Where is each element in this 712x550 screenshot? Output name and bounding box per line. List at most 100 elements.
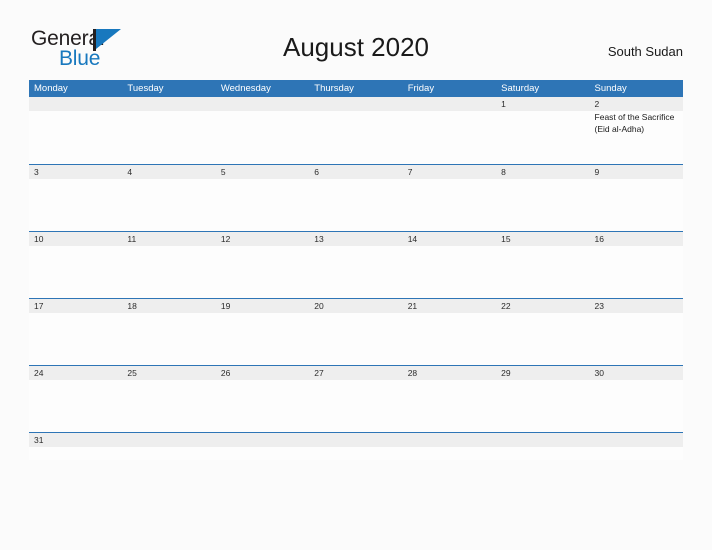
- day-number: [221, 97, 306, 111]
- weekday-header-thursday: Thursday: [314, 83, 354, 94]
- day-number: 13: [314, 234, 324, 244]
- day-cell-30[interactable]: 30: [590, 366, 683, 433]
- calendar-week-row: 3 4 5 6 7 8 9: [29, 164, 683, 231]
- calendar-week-row: 10 11 12 13 14 15 16: [29, 231, 683, 298]
- day-number: 26: [220, 368, 231, 378]
- day-cell-17[interactable]: 17: [29, 299, 122, 366]
- day-cell-19[interactable]: 19: [216, 299, 309, 366]
- day-number: [408, 433, 493, 447]
- day-cell-18[interactable]: 18: [122, 299, 215, 366]
- day-cell-28[interactable]: 28: [403, 366, 496, 433]
- brand-logo[interactable]: General Blue: [31, 28, 151, 72]
- page-title: August 2020: [282, 32, 429, 62]
- day-cell-empty: [403, 433, 496, 461]
- day-number: [127, 433, 212, 447]
- day-cell-9[interactable]: 9: [590, 165, 683, 232]
- day-number: 1: [501, 99, 506, 109]
- day-cell-20[interactable]: 20: [309, 299, 402, 366]
- day-number: 8: [501, 167, 506, 177]
- day-number: 27: [314, 368, 324, 378]
- day-cell-4[interactable]: 4: [122, 165, 215, 232]
- day-cell-23[interactable]: 23: [590, 299, 683, 366]
- day-cell-10[interactable]: 10: [29, 232, 122, 299]
- day-cell-empty: [122, 433, 215, 461]
- day-cell-8[interactable]: 8: [496, 165, 589, 232]
- week-cells: 10 11 12 13 14 15 16: [29, 232, 683, 299]
- calendar-week-row: 1 2 Feast of the Sacrifice (Eid al-Adha): [29, 97, 683, 164]
- calendar-week-row: 24 25 26 27 28 29 30: [29, 365, 683, 432]
- day-cell-6[interactable]: 6: [309, 165, 402, 232]
- day-cell-15[interactable]: 15: [496, 232, 589, 299]
- day-number: 5: [220, 167, 226, 177]
- day-cell-12[interactable]: 12: [216, 232, 309, 299]
- week-cells: 1 2 Feast of the Sacrifice (Eid al-Adha): [29, 97, 683, 164]
- day-number: 24: [34, 368, 44, 378]
- week-cells: 31: [29, 433, 683, 461]
- day-number: 29: [501, 368, 511, 378]
- day-cell-empty: [496, 433, 589, 461]
- day-cell-24[interactable]: 24: [29, 366, 122, 433]
- weekday-header-row: Monday Tuesday Wednesday Thursday Friday Satu…: [29, 80, 683, 97]
- day-number: 31: [34, 435, 44, 445]
- weekday-header-monday: Monday: [34, 83, 68, 94]
- day-cell-empty: [590, 433, 683, 461]
- day-cell-5[interactable]: 5: [216, 165, 309, 232]
- day-number: 6: [314, 167, 319, 177]
- calendar-week-row: 31: [29, 432, 683, 460]
- day-cell-25[interactable]: 25: [122, 366, 215, 433]
- day-cell-21[interactable]: 21: [403, 299, 496, 366]
- day-number: 14: [407, 234, 418, 244]
- day-number: 16: [594, 234, 604, 244]
- day-number: 17: [34, 301, 44, 311]
- day-number: 23: [594, 301, 604, 311]
- day-cell-1[interactable]: 1: [496, 97, 589, 164]
- day-cell-3[interactable]: 3: [29, 165, 122, 232]
- day-cell-empty: [29, 97, 122, 164]
- day-number: 9: [594, 167, 600, 177]
- day-number: [314, 433, 399, 447]
- day-number: 30: [594, 368, 604, 378]
- page-header: General Blue August 2020 South Sudan: [0, 0, 712, 80]
- day-number: [127, 97, 212, 111]
- day-number: [501, 433, 586, 447]
- day-cell-7[interactable]: 7: [403, 165, 496, 232]
- weekday-header-wednesday: Wednesday: [220, 83, 271, 94]
- day-cell-14[interactable]: 14: [403, 232, 496, 299]
- day-number: 2: [594, 99, 600, 109]
- weekday-header-sunday: Sunday: [594, 83, 627, 94]
- day-cell-26[interactable]: 26: [216, 366, 309, 433]
- weekday-header-saturday: Saturday: [501, 83, 540, 94]
- day-cell-16[interactable]: 16: [590, 232, 683, 299]
- day-number: 22: [501, 301, 511, 311]
- day-cell-27[interactable]: 27: [309, 366, 402, 433]
- weekday-header-friday: Friday: [407, 83, 435, 94]
- day-cell-empty: [216, 97, 309, 164]
- week-cells: 17 18 19 20 21 22 23: [29, 299, 683, 366]
- day-number: 7: [407, 167, 413, 177]
- day-cell-empty: [122, 97, 215, 164]
- day-number: 15: [501, 234, 511, 244]
- day-cell-31[interactable]: 31: [29, 433, 122, 461]
- day-number: 28: [407, 368, 418, 378]
- day-cell-empty: [403, 97, 496, 164]
- day-number: 18: [127, 301, 137, 311]
- day-number: [34, 97, 119, 111]
- week-cells: 24 25 26 27 28 29 30: [29, 366, 683, 433]
- day-number: [314, 97, 399, 111]
- day-number: 3: [34, 167, 39, 177]
- day-number: 25: [127, 368, 137, 378]
- day-cell-empty: [309, 433, 402, 461]
- calendar-grid: Monday Tuesday Wednesday Thursday Friday Satu…: [29, 80, 683, 460]
- day-number: [595, 433, 680, 447]
- day-number: 21: [407, 301, 418, 311]
- day-cell-empty: [216, 433, 309, 461]
- day-cell-29[interactable]: 29: [496, 366, 589, 433]
- weekday-header-tuesday: Tuesday: [127, 83, 164, 94]
- day-cell-22[interactable]: 22: [496, 299, 589, 366]
- day-cell-13[interactable]: 13: [309, 232, 402, 299]
- day-events: Feast of the Sacrifice (Eid al-Adha): [595, 112, 680, 135]
- day-cell-2[interactable]: 2 Feast of the Sacrifice (Eid al-Adha): [590, 97, 683, 164]
- calendar-week-row: 17 18 19 20 21 22 23: [29, 298, 683, 365]
- day-cell-11[interactable]: 11: [122, 232, 215, 299]
- calendar-weeks: 1 2 Feast of the Sacrifice (Eid al-Adha) 3 4…: [29, 97, 683, 460]
